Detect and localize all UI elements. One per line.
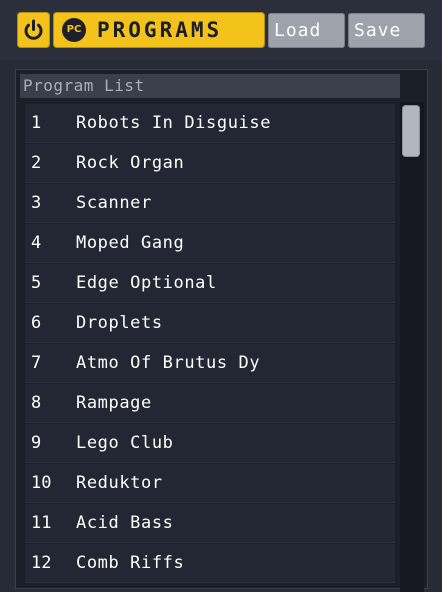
program-name: Moped Gang [76,233,185,253]
program-name: Droplets [76,313,163,333]
program-row[interactable]: 4 Moped Gang [25,224,395,263]
program-list: 1 Robots In Disguise 2 Rock Organ 3 Scan… [25,104,395,584]
pc-icon: PC [62,18,86,42]
program-row[interactable]: 1 Robots In Disguise [25,104,395,143]
program-number: 10 [31,473,52,493]
program-number: 3 [31,193,42,213]
program-name: Edge Optional [76,273,217,293]
program-name: Acid Bass [76,513,174,533]
program-row[interactable]: 2 Rock Organ [25,144,395,183]
program-row[interactable]: 10 Reduktor [25,464,395,503]
programs-label: PROGRAMS [97,18,223,42]
program-number: 9 [31,433,42,453]
program-number: 2 [31,153,42,173]
program-number: 12 [31,553,52,573]
program-number: 4 [31,233,42,253]
program-number: 11 [31,513,52,533]
scrollbar-thumb[interactable] [402,105,420,157]
program-number: 8 [31,393,42,413]
program-row[interactable]: 8 Rampage [25,384,395,423]
program-number: 5 [31,273,42,293]
program-number: 6 [31,313,42,333]
program-row[interactable]: 3 Scanner [25,184,395,223]
program-row[interactable]: 6 Droplets [25,304,395,343]
power-button[interactable] [17,12,50,48]
program-name: Reduktor [76,473,163,493]
program-name: Comb Riffs [76,553,185,573]
program-row[interactable]: 7 Atmo Of Brutus Dy [25,344,395,383]
program-row[interactable]: 11 Acid Bass [25,504,395,543]
program-list-header: Program List [20,74,400,98]
program-list-panel: Program List 1 Robots In Disguise 2 Rock… [15,69,428,592]
power-icon [24,19,43,40]
program-name: Robots In Disguise [76,113,272,133]
load-button[interactable]: Load [268,13,345,48]
program-row[interactable]: 5 Edge Optional [25,264,395,303]
scrollbar[interactable] [400,102,424,592]
program-number: 7 [31,353,42,373]
program-name: Atmo Of Brutus Dy [76,353,261,373]
program-name: Rock Organ [76,153,185,173]
program-number: 1 [31,113,42,133]
programs-button[interactable]: PC PROGRAMS [53,12,265,48]
program-row[interactable]: 12 Comb Riffs [25,544,395,583]
program-name: Lego Club [76,433,174,453]
toolbar: PC PROGRAMS Load Save [0,0,442,60]
program-row[interactable]: 9 Lego Club [25,424,395,463]
program-name: Rampage [76,393,152,413]
program-name: Scanner [76,193,152,213]
save-button[interactable]: Save [348,13,425,48]
